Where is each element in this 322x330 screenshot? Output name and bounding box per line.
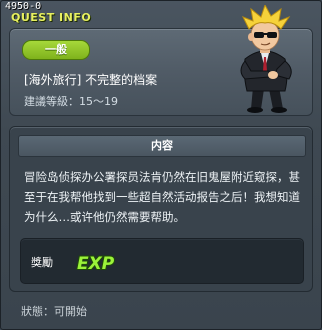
- quest-name: [海外旅行] 不完整的档案: [24, 73, 158, 87]
- content-header: 内容: [18, 135, 306, 157]
- recommended-level: 建議等級：15～19: [24, 95, 118, 108]
- reward-label: 獎勵: [31, 256, 53, 269]
- exp-icon-text: EXP: [77, 254, 115, 274]
- reward-box: 獎勵 EXP: [20, 238, 304, 284]
- quest-info-window: 4950-0 QUEST INFO 一般 [海外旅行] 不完整的档案 建議等級：…: [0, 0, 322, 330]
- exp-icon: EXP: [76, 253, 116, 275]
- npc-portrait: [240, 5, 292, 113]
- window-title: QUEST INFO: [11, 11, 92, 24]
- quest-status: 狀態：可開始: [21, 305, 87, 318]
- content-panel: 内容 冒险岛侦探办公署探员法肯仍然在旧鬼屋附近窥探，甚至于在我帮他找到一些超自然…: [9, 126, 313, 292]
- category-badge: 一般: [22, 40, 90, 60]
- quest-description: 冒险岛侦探办公署探员法肯仍然在旧鬼屋附近窥探，甚至于在我帮他找到一些超自然活动报…: [24, 170, 300, 224]
